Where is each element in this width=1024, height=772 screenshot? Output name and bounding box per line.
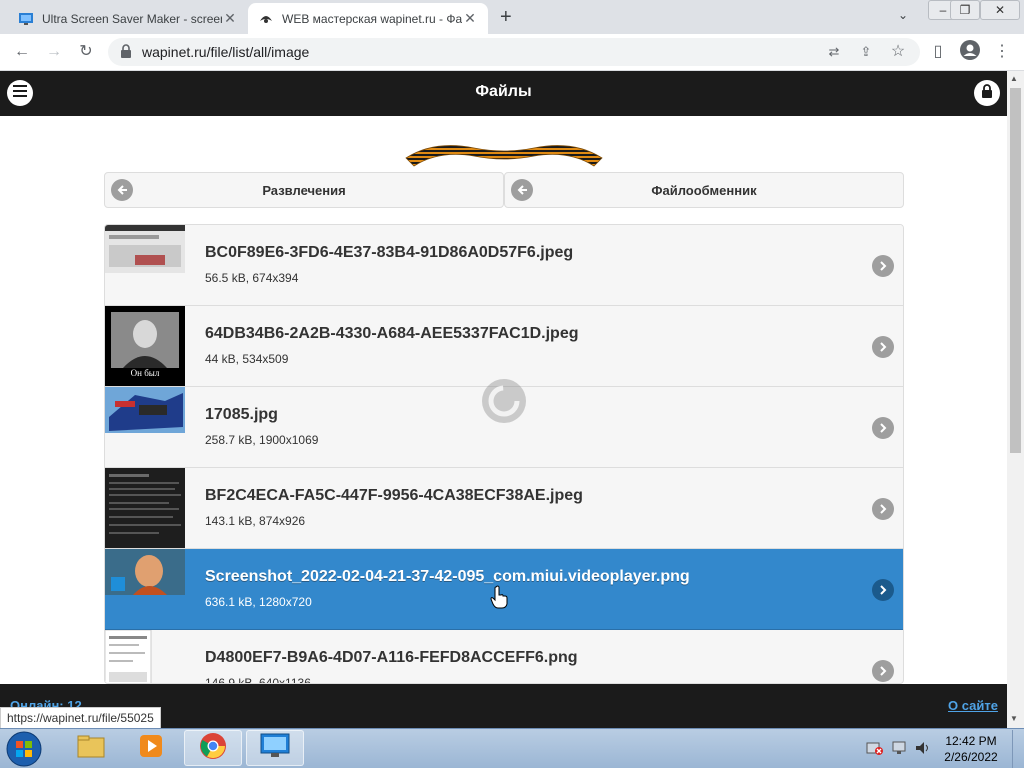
page-title: Файлы: [475, 83, 532, 100]
reload-icon[interactable]: ↻: [74, 40, 98, 64]
file-thumbnail: [105, 225, 185, 305]
file-name: D4800EF7-B9A6-4D07-A116-FEFD8ACCEFF6.png: [205, 649, 578, 666]
file-thumbnail: [105, 468, 185, 548]
wapinet-logo-icon: [258, 11, 274, 27]
chevron-right-icon: [872, 498, 894, 520]
login-button[interactable]: [974, 80, 1000, 106]
file-name: 17085.jpg: [205, 406, 278, 423]
taskbar-chrome[interactable]: [184, 730, 242, 766]
file-thumbnail: [105, 549, 185, 629]
tab-title: Ultra Screen Saver Maker - screensaver: [42, 11, 222, 26]
chevron-right-icon: [872, 255, 894, 277]
lock-icon[interactable]: [120, 44, 132, 61]
hand-cursor-icon: [490, 585, 508, 614]
tab-wapinet[interactable]: WEB мастерская wapinet.ru - Файлы ✕: [248, 3, 488, 34]
file-meta: 56.5 kB, 674x394: [205, 271, 299, 285]
chrome-icon: [199, 732, 227, 765]
file-thumbnail: [105, 630, 185, 683]
thumbnail-caption: Он был: [130, 368, 160, 378]
share-icon[interactable]: ⇪: [854, 40, 878, 64]
menu-kebab-icon[interactable]: ⋮: [990, 40, 1014, 64]
monitor-icon: [260, 733, 290, 764]
chevron-right-icon: [872, 579, 894, 601]
translate-icon[interactable]: ⇄: [822, 40, 846, 64]
nav-label: Файлообменник: [651, 182, 757, 198]
chevron-right-icon: [872, 660, 894, 682]
url-text[interactable]: wapinet.ru/file/list/all/image: [142, 44, 309, 60]
media-player-icon: [138, 733, 164, 764]
file-row[interactable]: BF2C4ECA-FA5C-447F-9956-4CA38ECF38AE.jpe…: [105, 468, 903, 549]
side-panel-icon[interactable]: ▯: [926, 40, 950, 64]
taskbar-explorer[interactable]: [62, 730, 120, 766]
file-thumbnail: Он был: [105, 306, 185, 386]
close-tab-icon[interactable]: ✕: [222, 10, 238, 27]
file-thumbnail: [105, 387, 185, 467]
about-link[interactable]: О сайте: [948, 698, 998, 713]
show-desktop-button[interactable]: [1012, 730, 1024, 768]
bookmark-star-icon[interactable]: ☆: [886, 40, 910, 64]
forward-arrow-icon[interactable]: →: [42, 40, 66, 64]
file-meta: 143.1 kB, 874x926: [205, 514, 306, 528]
folder-icon: [77, 734, 105, 763]
file-meta: 636.1 kB, 1280x720: [205, 595, 312, 609]
profile-avatar-icon[interactable]: [958, 40, 982, 64]
start-button[interactable]: [6, 731, 42, 772]
file-name: Screenshot_2022-02-04-21-37-42-095_com.m…: [205, 568, 690, 585]
file-meta: 258.7 kB, 1900x1069: [205, 433, 319, 447]
arrow-left-icon: [111, 179, 133, 201]
file-name: BC0F89E6-3FD6-4E37-83B4-91D86A0D57F6.jpe…: [205, 244, 574, 261]
file-meta: 146.9 kB, 640x1136: [205, 676, 311, 684]
close-tab-icon[interactable]: ✕: [462, 10, 478, 27]
scroll-down-arrow-icon[interactable]: ▼: [1010, 714, 1018, 723]
file-name: 64DB34B6-2A2B-4330-A684-AEE5337FAC1D.jpe…: [205, 325, 579, 342]
file-list: BC0F89E6-3FD6-4E37-83B4-91D86A0D57F6.jpe…: [104, 224, 904, 684]
file-meta: 44 kB, 534x509: [205, 352, 289, 366]
tab-title: WEB мастерская wapinet.ru - Файлы: [282, 11, 462, 26]
scroll-up-arrow-icon[interactable]: ▲: [1010, 74, 1018, 83]
volume-icon[interactable]: [914, 740, 932, 761]
taskbar-media-player[interactable]: [122, 730, 180, 766]
loading-spinner-icon: [480, 377, 528, 430]
hamburger-icon: [13, 84, 27, 102]
nav-button-fileshare[interactable]: Файлообменник: [504, 172, 904, 208]
chevron-right-icon: [872, 417, 894, 439]
back-arrow-icon[interactable]: ←: [10, 40, 34, 64]
scrollbar-thumb[interactable]: [1010, 88, 1021, 453]
file-row[interactable]: Он был 64DB34B6-2A2B-4330-A684-AEE5337FA…: [105, 306, 903, 387]
windows-logo-icon: [6, 731, 42, 771]
tab-ultra-screen-saver[interactable]: Ultra Screen Saver Maker - screensaver ✕: [8, 3, 248, 34]
action-center-icon[interactable]: [892, 740, 910, 761]
taskbar-screen-saver-maker[interactable]: [246, 730, 304, 766]
system-clock[interactable]: 12:42 PM 2/26/2022: [940, 733, 1002, 765]
clock-time: 12:42 PM: [945, 734, 997, 748]
nav-button-entertainment[interactable]: Развлечения: [104, 172, 504, 208]
file-row[interactable]: D4800EF7-B9A6-4D07-A116-FEFD8ACCEFF6.png…: [105, 630, 903, 684]
close-window-button[interactable]: ✕: [980, 0, 1020, 20]
lock-icon: [981, 83, 993, 103]
network-error-icon[interactable]: [866, 740, 884, 761]
tab-search-chevron-icon[interactable]: ⌄: [898, 8, 908, 22]
file-row[interactable]: BC0F89E6-3FD6-4E37-83B4-91D86A0D57F6.jpe…: [105, 225, 903, 306]
file-name: BF2C4ECA-FA5C-447F-9956-4CA38ECF38AE.jpe…: [205, 487, 583, 504]
clock-date: 2/26/2022: [944, 750, 998, 764]
nav-label: Развлечения: [262, 182, 346, 198]
restore-button[interactable]: ❐: [950, 0, 980, 20]
new-tab-button[interactable]: +: [500, 6, 512, 29]
arrow-left-icon: [511, 179, 533, 201]
st-george-ribbon-icon: [404, 136, 604, 175]
chevron-right-icon: [872, 336, 894, 358]
monitor-icon: [18, 11, 34, 27]
menu-button[interactable]: [7, 80, 33, 106]
status-bar-url: https://wapinet.ru/file/55025: [0, 707, 161, 729]
